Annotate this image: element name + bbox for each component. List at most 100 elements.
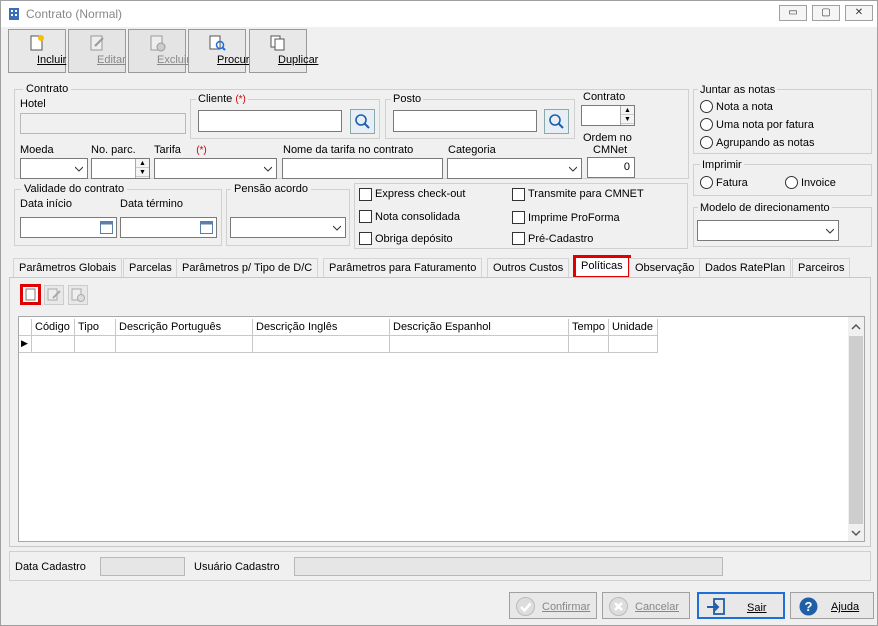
nota-a-nota-label: Nota a nota <box>716 101 773 113</box>
tab-parcelas[interactable]: Parcelas <box>123 258 178 277</box>
contrato-stepper[interactable]: ▲ ▼ <box>581 105 635 126</box>
cliente-search-button[interactable] <box>350 109 375 134</box>
table-cell[interactable] <box>390 336 569 353</box>
categoria-select[interactable] <box>447 158 582 179</box>
pensao-select[interactable] <box>230 217 346 238</box>
chevron-down-icon <box>333 225 341 231</box>
nota-consolidada-label: Nota consolidada <box>375 211 461 223</box>
tab-parametros-tipo-dc[interactable]: Parâmetros p/ Tipo de D/C <box>176 258 319 277</box>
nota-a-nota-radio[interactable] <box>700 100 713 113</box>
express-checkbox[interactable] <box>359 188 372 201</box>
tab-politicas[interactable]: Políticas <box>573 255 631 279</box>
cancelar-button[interactable]: Cancelar <box>602 592 690 619</box>
noparc-spin[interactable]: ▲ ▼ <box>135 159 149 178</box>
calendar-icon[interactable] <box>200 221 213 234</box>
data-inicio-label: Data início <box>20 198 72 210</box>
hotel-field <box>20 113 186 134</box>
sair-button[interactable]: Sair <box>697 592 785 619</box>
scrollbar-thumb[interactable] <box>849 336 863 524</box>
tab-parceiros[interactable]: Parceiros <box>792 258 851 277</box>
tab-observacao[interactable]: Observação <box>629 258 701 277</box>
data-inicio-input[interactable] <box>20 217 117 238</box>
posto-input[interactable] <box>393 110 537 132</box>
contrato-legend: Contrato <box>23 83 72 95</box>
fatura-radio[interactable] <box>700 176 713 189</box>
col-descricao-ingles[interactable]: Descrição Inglês <box>253 319 390 336</box>
col-tempo[interactable]: Tempo <box>569 319 609 336</box>
duplicar-button[interactable]: Duplicar <box>249 29 318 73</box>
contract-window: Contrato (Normal) ▭ ▢ ✕ Incluir Editar E… <box>0 0 878 626</box>
transmite-label: Transmite para CMNET <box>528 188 644 200</box>
invoice-radio[interactable] <box>785 176 798 189</box>
procurar-button[interactable]: Procurar <box>188 29 259 73</box>
proforma-checkbox[interactable] <box>512 211 525 224</box>
tab-parametros-faturamento[interactable]: Parâmetros para Faturamento <box>323 258 483 277</box>
tab-outros-custos[interactable]: Outros Custos <box>487 258 570 277</box>
pre-cadastro-label: Pré-Cadastro <box>528 233 594 245</box>
fatura-label: Fatura <box>716 177 748 189</box>
row-header-corner <box>19 319 32 336</box>
minimize-icon: ▭ <box>788 7 798 18</box>
search-icon <box>549 114 564 129</box>
policies-grid[interactable]: Código Tipo Descrição Português Descriçã… <box>18 316 865 542</box>
ordem-cmnet-input[interactable]: 0 <box>587 157 635 178</box>
delete-document-icon <box>71 288 85 302</box>
contrato-spin[interactable]: ▲ ▼ <box>620 106 634 125</box>
add-policy-button[interactable] <box>20 284 41 305</box>
nota-consolidada-checkbox[interactable] <box>359 210 372 223</box>
scroll-down-icon[interactable] <box>851 529 861 537</box>
ajuda-button[interactable]: ? Ajuda <box>790 592 874 619</box>
editar-button[interactable]: Editar <box>68 29 126 73</box>
close-button[interactable]: ✕ <box>845 5 873 21</box>
pre-cadastro-checkbox[interactable] <box>512 232 525 245</box>
modelo-legend: Modelo de direcionamento <box>698 202 832 214</box>
row-indicator: ▶ <box>19 336 32 353</box>
modelo-select[interactable] <box>697 220 839 241</box>
col-tipo[interactable]: Tipo <box>75 319 116 336</box>
tab-parametros-globais[interactable]: Parâmetros Globais <box>13 258 123 277</box>
excluir-button[interactable]: Excluir <box>128 29 190 73</box>
noparc-stepper[interactable]: ▲ ▼ <box>91 158 150 179</box>
calendar-icon[interactable] <box>100 221 113 234</box>
restore-button[interactable]: ▢ <box>812 5 840 21</box>
vertical-scrollbar[interactable] <box>848 317 864 541</box>
data-termino-input[interactable] <box>120 217 217 238</box>
confirmar-button[interactable]: Confirmar <box>509 592 597 619</box>
col-descricao-espanhol[interactable]: Descrição Espanhol <box>390 319 569 336</box>
tarifa-label: Tarifa (*) <box>154 144 207 156</box>
minimize-button[interactable]: ▭ <box>779 5 807 21</box>
table-cell[interactable] <box>609 336 658 353</box>
edit-policy-button[interactable] <box>44 285 64 305</box>
cmnet-label: CMNet <box>593 144 628 156</box>
incluir-button[interactable]: Incluir <box>8 29 66 73</box>
col-codigo[interactable]: Código <box>32 319 75 336</box>
tarifa-select[interactable] <box>154 158 277 179</box>
help-icon: ? <box>799 597 818 616</box>
table-cell[interactable] <box>253 336 390 353</box>
cliente-input[interactable] <box>198 110 342 132</box>
chevron-down-icon <box>264 166 272 172</box>
check-circle-icon <box>516 597 535 616</box>
scroll-up-icon[interactable] <box>851 323 861 331</box>
uma-nota-radio[interactable] <box>700 118 713 131</box>
table-cell[interactable] <box>569 336 609 353</box>
chevron-down-icon <box>826 228 834 234</box>
pensao-legend: Pensão acordo <box>231 183 311 195</box>
agrupando-radio[interactable] <box>700 136 713 149</box>
close-icon: ✕ <box>854 7 864 18</box>
table-cell[interactable] <box>75 336 116 353</box>
cancel-circle-icon <box>609 597 628 616</box>
nome-tarifa-input[interactable] <box>282 158 443 179</box>
delete-policy-button[interactable] <box>68 285 88 305</box>
col-unidade[interactable]: Unidade <box>609 319 658 336</box>
col-descricao-portugues[interactable]: Descrição Português <box>116 319 253 336</box>
posto-search-button[interactable] <box>544 109 569 134</box>
exit-icon <box>707 598 725 615</box>
moeda-select[interactable] <box>20 158 88 179</box>
tab-dados-rateplan[interactable]: Dados RatePlan <box>699 258 792 277</box>
table-cell[interactable] <box>32 336 75 353</box>
table-cell[interactable] <box>116 336 253 353</box>
transmite-checkbox[interactable] <box>512 188 525 201</box>
posto-label: Posto <box>391 93 424 105</box>
obriga-deposito-checkbox[interactable] <box>359 232 372 245</box>
